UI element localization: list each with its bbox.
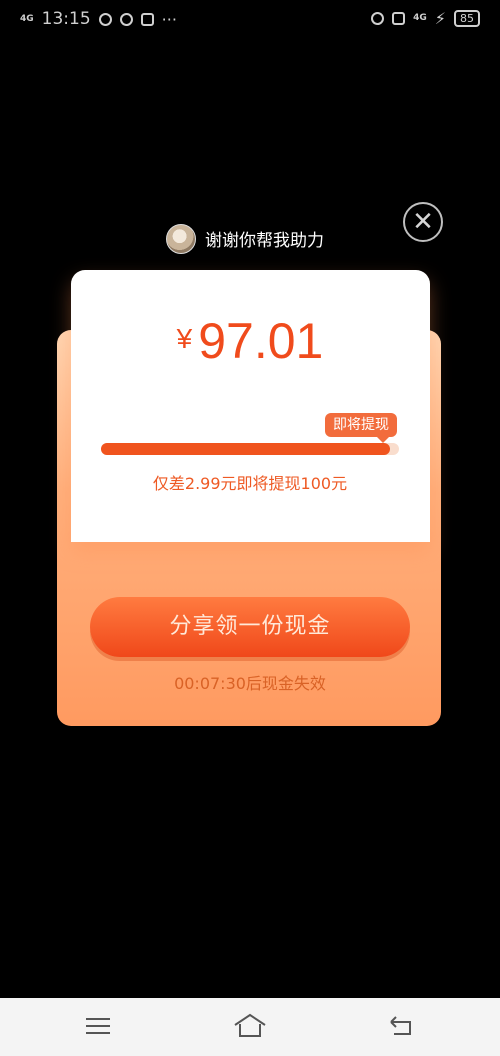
battery-indicator: 85	[454, 10, 480, 27]
notification-icon	[98, 12, 112, 26]
home-icon[interactable]	[233, 1012, 267, 1038]
signal-icon: 4G	[20, 13, 34, 24]
menu-icon[interactable]	[86, 1018, 110, 1034]
more-icon: ···	[161, 9, 177, 29]
progress-fill	[101, 443, 391, 455]
expiry-timer: 00:07:30后现金失效	[174, 674, 326, 693]
charging-icon: ⚡	[434, 9, 446, 28]
withdraw-soon-tag: 即将提现	[325, 413, 397, 443]
navigation-bar	[0, 998, 500, 1056]
app-icon	[119, 12, 133, 26]
avatar	[166, 224, 196, 254]
gallery-icon	[140, 12, 154, 26]
currency-symbol: ¥	[176, 323, 193, 354]
cash-amount: ¥97.01	[0, 312, 500, 370]
clock: 13:15	[41, 9, 91, 29]
progress-bar	[101, 443, 399, 455]
remaining-text: 仅差2.99元即将提现100元	[152, 474, 348, 493]
alarm-icon	[371, 12, 385, 25]
amount-panel	[71, 270, 430, 542]
back-icon[interactable]	[388, 1014, 414, 1038]
silent-icon	[392, 12, 406, 25]
close-icon[interactable]: ✕	[403, 202, 443, 242]
thanks-message: 谢谢你帮我助力	[205, 231, 324, 251]
signal-right-icon: 4G	[413, 13, 427, 23]
status-bar: 4G 13:15 ··· 4G ⚡ 85	[0, 0, 500, 38]
amount-value: 97.01	[198, 313, 324, 369]
share-button[interactable]: 分享领一份现金	[90, 597, 410, 657]
